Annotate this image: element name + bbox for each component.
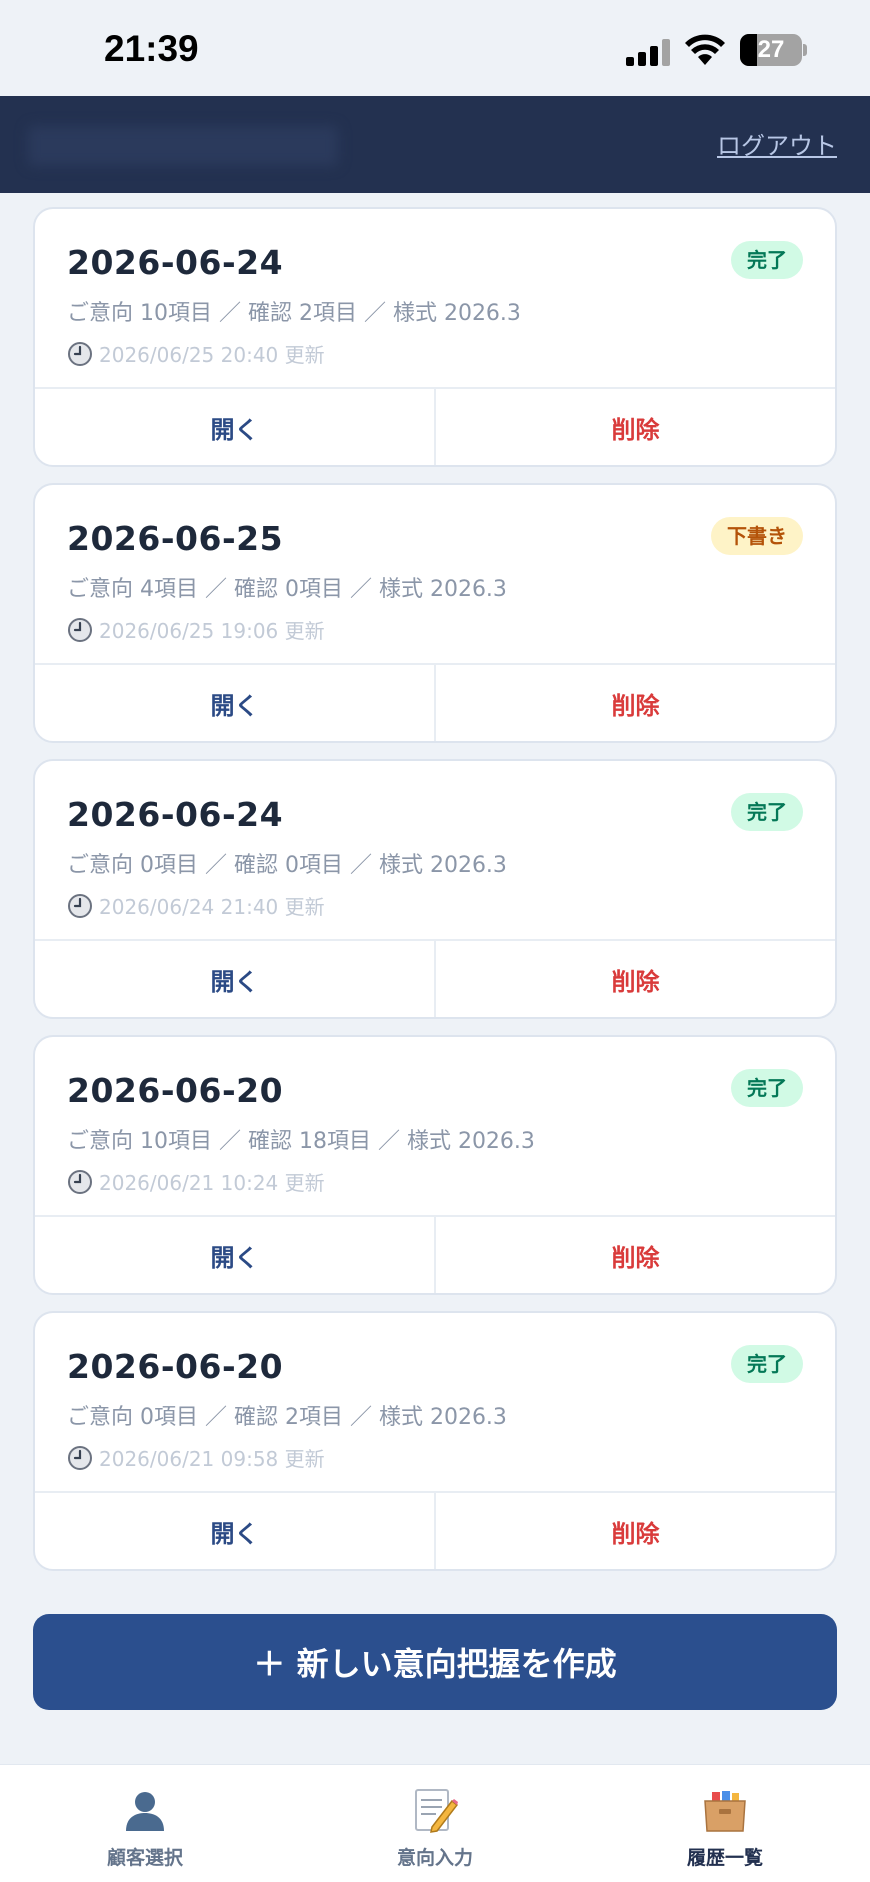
clock-icon [68,1169,92,1194]
card-summary: ご意向 10項目 ／ 確認 18項目 ／ 様式 2026.3 [67,1129,535,1154]
card-summary: ご意向 0項目 ／ 確認 2項目 ／ 様式 2026.3 [67,1405,507,1430]
tab-label: 顧客選択 [106,1847,183,1869]
status-time: 21:39 [104,28,199,69]
delete-button[interactable]: 削除 [436,389,835,465]
history-card: 2026-06-25 下書き ご意向 4項目 ／ 確認 0項目 ／ 様式 202… [33,483,837,743]
card-updated: 2026/06/21 10:24 更新 [67,1167,325,1196]
open-button[interactable]: 開く [35,665,436,741]
card-updated: 2026/06/25 20:40 更新 [67,339,325,368]
updated-text: 2026/06/25 19:06 更新 [99,619,325,643]
updated-text: 2026/06/21 10:24 更新 [99,1171,325,1195]
tab-customer-select[interactable]: 顧客選択 [0,1765,290,1882]
card-actions: 開く 削除 [35,939,835,1017]
history-card: 2026-06-20 完了 ご意向 10項目 ／ 確認 18項目 ／ 様式 20… [33,1035,837,1295]
bottom-tab-bar: 顧客選択 意向入力 履歴一覧 [0,1764,870,1882]
card-actions: 開く 削除 [35,1491,835,1569]
open-button[interactable]: 開く [35,1493,436,1569]
open-button[interactable]: 開く [35,389,436,465]
battery-icon: 27 [740,34,802,66]
card-summary: ご意向 4項目 ／ 確認 0項目 ／ 様式 2026.3 [67,577,507,602]
redacted-title [28,126,338,166]
tab-history-list[interactable]: 履歴一覧 [580,1765,870,1882]
tab-label: 意向入力 [396,1847,473,1869]
memo-icon [415,1789,458,1833]
history-list: 2026-06-24 完了 ご意向 10項目 ／ 確認 2項目 ／ 様式 202… [33,207,837,1587]
card-actions: 開く 削除 [35,387,835,465]
status-badge: 完了 [731,241,803,279]
delete-button[interactable]: 削除 [436,941,835,1017]
status-badge: 完了 [731,1069,803,1107]
create-new-button[interactable]: ＋ 新しい意向把握を作成 [33,1614,837,1710]
delete-button[interactable]: 削除 [436,665,835,741]
app-header: ログアウト [0,96,870,193]
card-date: 2026-06-20 [67,1347,284,1386]
card-date: 2026-06-20 [67,1071,284,1110]
clock-icon [68,617,92,642]
card-box-icon [704,1791,746,1832]
card-date: 2026-06-25 [67,519,284,558]
card-updated: 2026/06/24 21:40 更新 [67,891,325,920]
clock-icon [68,1445,92,1470]
tab-label: 履歴一覧 [686,1847,763,1869]
card-actions: 開く 削除 [35,1215,835,1293]
card-date: 2026-06-24 [67,243,284,282]
person-icon [126,1792,164,1831]
history-card: 2026-06-24 完了 ご意向 10項目 ／ 確認 2項目 ／ 様式 202… [33,207,837,467]
card-actions: 開く 削除 [35,663,835,741]
history-card: 2026-06-24 完了 ご意向 0項目 ／ 確認 0項目 ／ 様式 2026… [33,759,837,1019]
status-bar: 21:39 27 [0,0,870,96]
open-button[interactable]: 開く [35,941,436,1017]
open-button[interactable]: 開く [35,1217,436,1293]
card-updated: 2026/06/21 09:58 更新 [67,1443,325,1472]
history-card: 2026-06-20 完了 ご意向 0項目 ／ 確認 2項目 ／ 様式 2026… [33,1311,837,1571]
clock-icon [68,341,92,366]
card-date: 2026-06-24 [67,795,284,834]
updated-text: 2026/06/24 21:40 更新 [99,895,325,919]
status-badge: 完了 [731,1345,803,1383]
status-badge: 完了 [731,793,803,831]
delete-button[interactable]: 削除 [436,1217,835,1293]
delete-button[interactable]: 削除 [436,1493,835,1569]
card-summary: ご意向 10項目 ／ 確認 2項目 ／ 様式 2026.3 [67,301,521,326]
card-updated: 2026/06/25 19:06 更新 [67,615,325,644]
wifi-icon [685,34,725,65]
clock-icon [68,893,92,918]
card-summary: ご意向 0項目 ／ 確認 0項目 ／ 様式 2026.3 [67,853,507,878]
updated-text: 2026/06/25 20:40 更新 [99,343,325,367]
status-badge: 下書き [711,517,803,555]
battery-level: 27 [757,36,785,63]
signal-icon [626,38,670,66]
logout-link[interactable]: ログアウト [717,126,837,161]
tab-intent-input[interactable]: 意向入力 [290,1765,580,1882]
updated-text: 2026/06/21 09:58 更新 [99,1447,325,1471]
